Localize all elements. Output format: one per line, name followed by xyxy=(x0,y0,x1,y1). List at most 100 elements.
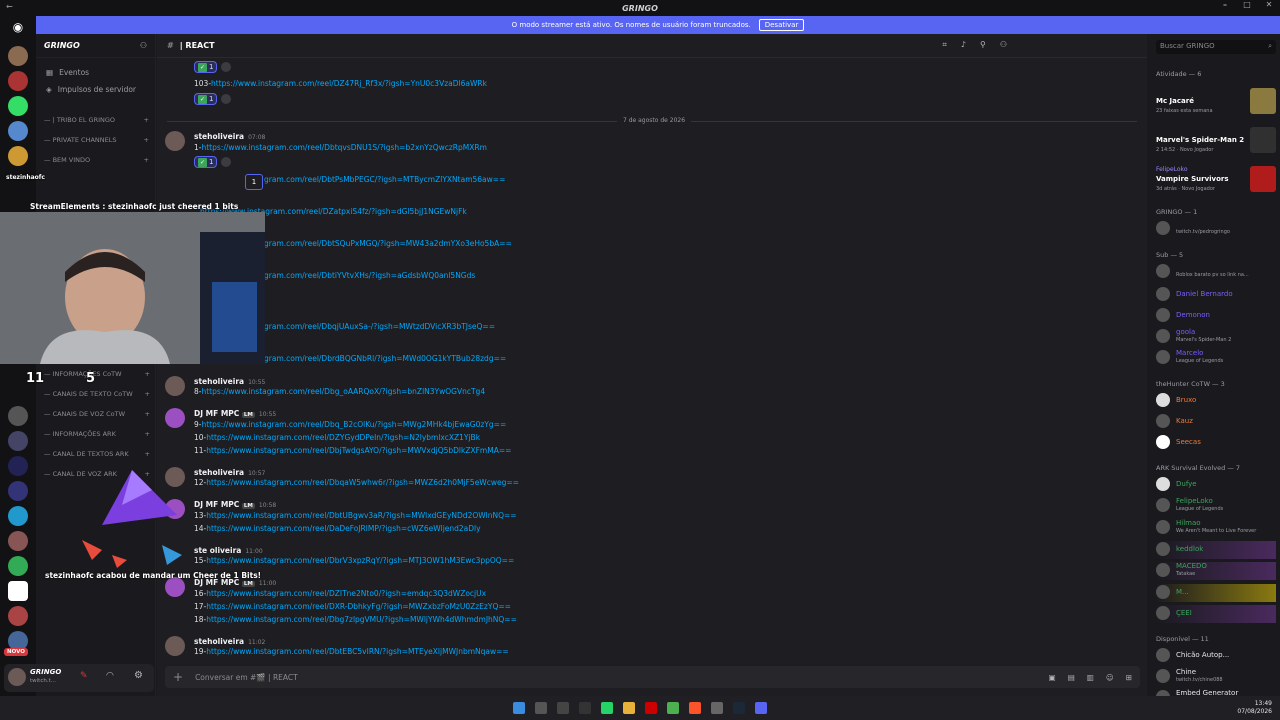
chrome-icon[interactable] xyxy=(667,702,679,714)
server-icon[interactable] xyxy=(8,121,28,141)
reaction-check[interactable]: ✓ 1 xyxy=(194,61,218,73)
category-info-cotw[interactable]: — INFORMAÇÕES CoTW + xyxy=(36,364,156,384)
instagram-link[interactable]: gram.com/reel/DbtiYVtvXHs/?igsh=aGdsbWQ0… xyxy=(264,271,475,280)
username[interactable]: steholiveira 10:57 xyxy=(194,468,265,477)
reaction-check[interactable]: ✓ 1 xyxy=(194,93,218,105)
threads-icon[interactable]: ⌗ xyxy=(942,40,947,50)
app-icon[interactable] xyxy=(535,702,547,714)
add-channel-icon[interactable]: + xyxy=(145,370,150,378)
discord-icon[interactable] xyxy=(755,702,767,714)
search-input[interactable]: Buscar GRINGO ⌕ xyxy=(1156,40,1276,54)
pin-icon[interactable]: ⚲ xyxy=(980,40,986,50)
member-item[interactable]: M... xyxy=(1156,584,1276,602)
server-icon[interactable] xyxy=(8,406,28,426)
gift-icon[interactable]: ▣ xyxy=(1049,673,1056,682)
instagram-link[interactable]: https://www.instagram.com/reel/Dbg_oAARQ… xyxy=(201,387,485,396)
username[interactable]: DJ MF MPC LM 10:55 xyxy=(194,409,276,418)
activity-card[interactable]: Mc Jacaré 23 faixas esta semana xyxy=(1154,88,1276,122)
avatar[interactable] xyxy=(8,668,26,686)
mute-icon[interactable]: ✎ xyxy=(80,671,88,681)
app-icon[interactable] xyxy=(711,702,723,714)
activity-card[interactable]: Marvel's Spider-Man 2 2 14:52 · Novo Jog… xyxy=(1154,127,1276,161)
member-item[interactable]: Bruxo xyxy=(1156,392,1276,410)
server-icon[interactable] xyxy=(8,531,28,551)
server-icon[interactable] xyxy=(8,71,28,91)
member-item[interactable]: ÇEEI xyxy=(1156,605,1276,623)
server-icon[interactable] xyxy=(8,46,28,66)
username[interactable]: ste oliveira 11:00 xyxy=(194,546,263,555)
member-item[interactable]: Marcelo League of Legends xyxy=(1156,349,1276,367)
system-clock[interactable]: 13:49 07/08/2026 xyxy=(1237,700,1272,716)
member-item[interactable]: Chine twitch.tv/chine088 xyxy=(1156,668,1276,686)
add-channel-icon[interactable]: + xyxy=(145,430,150,438)
server-icon[interactable] xyxy=(8,431,28,451)
emoji-icon[interactable]: ☺ xyxy=(1106,673,1114,682)
gif-icon[interactable]: ▤ xyxy=(1068,673,1075,682)
member-item[interactable]: Demonon xyxy=(1156,307,1276,325)
close-icon[interactable]: ✕ xyxy=(1258,0,1280,9)
add-channel-icon[interactable]: + xyxy=(144,116,149,124)
channel-boosts[interactable]: ◈ Impulsos de servidor xyxy=(36,81,155,98)
server-header[interactable]: GRINGO ⚇ xyxy=(36,34,155,58)
invite-icon[interactable]: ⚇ xyxy=(140,41,147,50)
server-icon[interactable] xyxy=(8,581,28,601)
instagram-link[interactable]: https://www.instagram.com/reel/DbtUBgwv3… xyxy=(206,511,516,520)
avatar[interactable] xyxy=(165,131,185,151)
instagram-link[interactable]: https://www.instagram.com/reel/DZYGydDPe… xyxy=(206,433,480,442)
apps-icon[interactable]: ⊞ xyxy=(1126,673,1132,682)
instagram-link[interactable]: https://www.instagram.com/reel/DZ47Rj_Rf… xyxy=(211,79,487,88)
server-icon[interactable] xyxy=(8,506,28,526)
member-item[interactable]: Kauz xyxy=(1156,413,1276,431)
member-item[interactable]: goola Marvel's Spider-Man 2 xyxy=(1156,328,1276,346)
bell-icon[interactable]: ♪ xyxy=(961,40,966,50)
instagram-link[interactable]: https://www.instagram.com/reel/Dbq_B2cOl… xyxy=(201,420,506,429)
avatar[interactable] xyxy=(165,636,185,656)
category-tribo[interactable]: — | TRIBO EL GRINGO + xyxy=(36,110,155,130)
instagram-link[interactable]: gram.com/reel/DbrdBQGNbRl/?igsh=MWd0OG1k… xyxy=(264,354,506,363)
server-icon[interactable] xyxy=(8,606,28,626)
channel-events[interactable]: ▦ Eventos xyxy=(36,64,155,81)
minimize-icon[interactable]: – xyxy=(1214,0,1236,9)
headphones-icon[interactable]: ◠ xyxy=(106,671,114,681)
start-icon[interactable] xyxy=(513,702,525,714)
username[interactable]: steholiveira 07:08 xyxy=(194,132,265,141)
opera-icon[interactable] xyxy=(645,702,657,714)
settings-icon[interactable]: ⚙ xyxy=(134,670,143,681)
category-private[interactable]: — PRIVATE CHANNELS + xyxy=(36,130,155,150)
add-channel-icon[interactable]: + xyxy=(144,156,149,164)
avatar[interactable] xyxy=(165,376,185,396)
avatar[interactable] xyxy=(165,408,185,428)
instagram-link[interactable]: https://www.instagram.com/reel/Dbg7zlpgV… xyxy=(206,615,517,624)
discord-home-icon[interactable]: ◉ xyxy=(8,20,28,40)
back-icon[interactable]: ← xyxy=(6,2,13,11)
username[interactable]: DJ MF MPC LM 10:58 xyxy=(194,500,276,509)
add-channel-icon[interactable]: + xyxy=(145,410,150,418)
steam-icon[interactable] xyxy=(733,702,745,714)
add-reaction-icon[interactable] xyxy=(221,62,232,72)
members-icon[interactable]: ⚇ xyxy=(1000,40,1007,50)
member-item[interactable]: Daniel Bernardo xyxy=(1156,286,1276,304)
instagram-link[interactable]: https://www.instagram.com/reel/DXR-Dbhky… xyxy=(206,602,511,611)
attach-icon[interactable]: + xyxy=(173,670,183,684)
instagram-link[interactable]: gram.com/reel/DbtPsMbPEGC/?igsh=MTBycmZl… xyxy=(264,175,505,184)
instagram-link[interactable]: https://www.instagram.com/reel/DbtEBC5vI… xyxy=(206,647,508,656)
category-info-ark[interactable]: — INFORMAÇÕES ARK + xyxy=(36,424,156,444)
instagram-link[interactable]: gram.com/reel/DbqjUAuxSa-/?igsh=MWtzdDVi… xyxy=(264,322,495,331)
maximize-icon[interactable]: □ xyxy=(1236,0,1258,9)
instagram-link[interactable]: gram.com/reel/DbtSQuPxMGQ/?igsh=MW43a2dm… xyxy=(264,239,512,248)
instagram-link[interactable]: https://www.instagram.com/reel/DbrV3xpzR… xyxy=(206,556,514,565)
server-icon[interactable] xyxy=(8,146,28,166)
member-item[interactable]: Chicão Autop... xyxy=(1156,647,1276,665)
member-item[interactable]: Seecas xyxy=(1156,434,1276,452)
server-icon[interactable] xyxy=(8,96,28,116)
instagram-link[interactable]: https://www.instagram.com/reel/DaDeFoJRl… xyxy=(206,524,480,533)
add-channel-icon[interactable]: + xyxy=(145,450,150,458)
reaction-pill[interactable]: 1 xyxy=(245,174,263,190)
server-icon[interactable] xyxy=(8,456,28,476)
sticker-icon[interactable]: ▥ xyxy=(1087,673,1094,682)
instagram-link[interactable]: https://www.instagram.com/reel/DbtqvsDNU… xyxy=(201,143,486,152)
instagram-link[interactable]: https://www.instagram.com/reel/DbjTwdgsA… xyxy=(206,446,511,455)
reaction-check[interactable]: ✓ 1 xyxy=(194,156,218,168)
instagram-link[interactable]: https://www.instagram.com/reel/DZITne2Nt… xyxy=(206,589,486,598)
message-composer[interactable]: + Conversar em #🎬 | REACT ▣ ▤ ▥ ☺ ⊞ xyxy=(165,666,1140,688)
